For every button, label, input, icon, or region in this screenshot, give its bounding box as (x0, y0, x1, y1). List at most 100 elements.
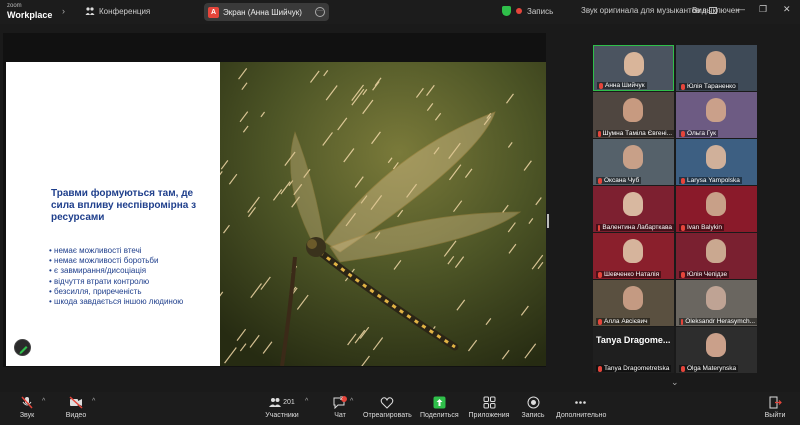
annotate-pen-button[interactable] (14, 339, 31, 356)
pen-icon (19, 346, 28, 354)
participant-name: Валентина Лабарткава (602, 224, 672, 231)
slide-text-panel: Травми формуються там, де сила впливу не… (6, 62, 220, 366)
minimize-icon[interactable]: — (736, 4, 745, 14)
participant-video (706, 239, 726, 263)
participant-tile[interactable]: Ольга Гук (676, 92, 757, 138)
participant-tile[interactable]: Юлія Чепідзе (676, 233, 757, 279)
shared-screen-area: Травми формуються там, де сила впливу не… (3, 33, 546, 367)
mic-muted-icon (681, 271, 685, 278)
participant-video (623, 239, 643, 263)
slide-bullet: немає можливості боротьби (49, 256, 219, 266)
more-dots-icon (574, 401, 586, 404)
meeting-toolbar: Звук ^ Видео ^ 201 Участники ^ Чат 2 ^ О… (0, 392, 800, 425)
participants-icon (269, 397, 282, 407)
apps-icon (483, 396, 495, 409)
presentation-slide: Травми формуються там, де сила впливу не… (6, 62, 546, 366)
conference-menu[interactable]: Конференция (85, 6, 150, 16)
participant-tile[interactable]: Ivan Balykin (676, 186, 757, 232)
mic-muted-icon (681, 130, 685, 137)
participants-button[interactable]: 201 Участники (263, 396, 301, 419)
participant-name-label: Оксана Чуб (596, 177, 642, 184)
chevron-down-icon[interactable]: ⌄ (671, 377, 679, 388)
slide-bullet: є завмирання/дисоціація (49, 266, 219, 276)
leave-button[interactable]: Выйти (763, 396, 787, 419)
shared-screen-label: Экран (Анна Шийчук) (223, 7, 302, 17)
share-screen-button[interactable]: Поделиться (420, 396, 459, 419)
mic-muted-icon (599, 82, 603, 89)
mic-muted-icon (681, 224, 685, 231)
mic-muted-icon (598, 130, 601, 137)
zoom-logo: zoom Workplace (7, 2, 52, 20)
slide-bullet: шкода завдається іншою людиною (49, 297, 219, 307)
participants-icon-row: 201 (263, 396, 301, 409)
dragonfly-photo (220, 62, 546, 366)
apps-button[interactable]: Приложения (467, 396, 511, 419)
participant-tile[interactable]: Алла Авсієвич (593, 280, 674, 326)
top-bar: zoom Workplace › Конференция A Экран (Ан… (0, 0, 800, 24)
chat-label: Чат (334, 412, 346, 419)
participant-video (706, 333, 726, 357)
shared-screen-indicator[interactable]: A Экран (Анна Шийчук) ··· (204, 3, 329, 21)
video-label: Видео (65, 412, 87, 419)
participant-video (623, 192, 643, 216)
logo-line2: Workplace (7, 10, 53, 20)
splitter-handle[interactable] (547, 214, 549, 228)
participant-name: Tanya Dragometretska (604, 365, 670, 372)
participant-tile[interactable]: Шумна Тамiла Євгенi... (593, 92, 674, 138)
video-button[interactable]: Видео (63, 396, 89, 419)
more-label: Дополнительно (556, 412, 607, 419)
participants-group-icon (85, 7, 95, 15)
mic-muted-icon (681, 83, 685, 90)
participant-tile[interactable]: Оксана Чуб (593, 139, 674, 185)
chevron-right-icon[interactable]: › (62, 6, 65, 16)
view-grid-icon (709, 7, 717, 14)
participant-video (706, 51, 726, 75)
participant-tile[interactable]: Olga Materynska (676, 327, 757, 373)
participant-video (706, 192, 726, 216)
chat-options-caret-icon[interactable]: ^ (350, 398, 353, 405)
participant-display-name: Tanya Dragome... (596, 335, 671, 345)
video-options-caret-icon[interactable]: ^ (92, 398, 95, 405)
mic-muted-icon (681, 318, 684, 325)
more-button[interactable]: Дополнительно (556, 396, 607, 419)
participant-video (623, 145, 643, 169)
chat-unread-badge: 2 (340, 396, 343, 402)
participant-name: Юлія Тараненко (687, 83, 736, 90)
participant-tile[interactable]: Larysa Yampolska (676, 139, 757, 185)
reactions-button[interactable]: Отреагировать (363, 396, 412, 419)
participant-video (706, 286, 726, 310)
restore-icon[interactable]: ❐ (759, 4, 767, 15)
participant-name: Юлія Чепідзе (687, 271, 728, 278)
audio-button[interactable]: Звук (14, 396, 40, 419)
participant-video (623, 286, 643, 310)
sharer-avatar-badge: A (208, 6, 219, 18)
participant-tile[interactable]: Валентина Лабарткава (593, 186, 674, 232)
participant-tile[interactable]: Юлія Тараненко (676, 45, 757, 91)
view-menu[interactable]: Вид (692, 6, 706, 15)
participant-tile[interactable]: Oleksandr Herasymch... (676, 280, 757, 326)
record-button[interactable]: Запись (520, 396, 546, 419)
mic-muted-icon (598, 177, 602, 184)
participant-tile[interactable]: Tanya Dragome... Tanya Dragometretska (593, 327, 674, 373)
participant-name-label: Шумна Тамiла Євгенi... (596, 130, 674, 137)
participant-name-label: Oleksandr Herasymch... (679, 318, 757, 325)
more-options-icon[interactable]: ··· (315, 7, 325, 17)
participant-tile[interactable]: Шевченко Наталія (593, 233, 674, 279)
participant-name-label: Шевченко Наталія (596, 271, 662, 278)
recording-indicator[interactable]: Запись (502, 6, 553, 16)
participant-name-label: Алла Авсієвич (596, 318, 650, 325)
mic-muted-icon (598, 271, 602, 278)
reactions-label: Отреагировать (363, 412, 412, 419)
microphone-muted-icon (21, 396, 33, 409)
apps-label: Приложения (468, 412, 510, 419)
share-label: Поделиться (420, 412, 459, 419)
share-screen-icon (433, 396, 445, 409)
participant-tile[interactable]: Анна Шийчук (593, 45, 674, 91)
camera-off-icon (69, 396, 83, 409)
close-icon[interactable]: ✕ (783, 4, 791, 15)
participants-options-caret-icon[interactable]: ^ (305, 398, 308, 405)
participant-name-label: Ольга Гук (679, 130, 718, 137)
mic-muted-icon (598, 365, 602, 372)
audio-options-caret-icon[interactable]: ^ (42, 398, 45, 405)
participant-name: Анна Шийчук (605, 82, 645, 89)
